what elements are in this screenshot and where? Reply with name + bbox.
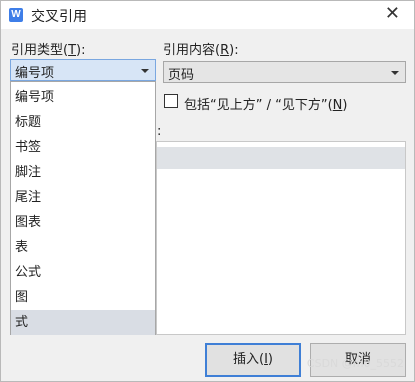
list-item[interactable] xyxy=(157,147,405,169)
ref-type-option[interactable]: 脚注 xyxy=(11,160,155,185)
close-icon[interactable]: ✕ xyxy=(385,3,400,24)
chevron-down-icon xyxy=(391,71,399,75)
ref-type-label: 引用类型(T): xyxy=(11,43,86,58)
ref-content-label: 引用内容(R): xyxy=(163,43,239,58)
insert-button[interactable]: 插入(I) xyxy=(205,343,301,377)
ref-content-select[interactable]: 页码 xyxy=(163,61,406,83)
ref-type-option[interactable]: 书签 xyxy=(11,135,155,160)
reference-list[interactable] xyxy=(156,141,406,335)
ref-type-option[interactable]: 表 xyxy=(11,235,155,260)
ref-content-selected-value: 页码 xyxy=(168,68,195,83)
ref-type-option[interactable]: 公式 xyxy=(11,260,155,285)
ref-type-option[interactable]: 标题 xyxy=(11,110,155,135)
include-above-below-checkbox[interactable] xyxy=(164,94,178,108)
ref-type-option-highlighted[interactable]: 式 xyxy=(11,310,155,335)
cross-reference-dialog: W 交叉引用 ✕ 引用类型(T): 引用内容(R): 编号项 页码 包括“见上方… xyxy=(0,0,415,382)
ref-type-option[interactable]: 图 xyxy=(11,285,155,310)
ref-type-select[interactable]: 编号项 xyxy=(10,59,156,81)
ref-type-option[interactable]: 编号项 xyxy=(11,85,155,110)
ref-type-option[interactable]: 尾注 xyxy=(11,185,155,210)
dialog-title: 交叉引用 xyxy=(31,9,87,25)
watermark: CSDN @m0_5552 xyxy=(306,357,404,370)
ref-type-dropdown-list: 编号项 标题 书签 脚注 尾注 图表 表 公式 图 式 xyxy=(10,81,156,335)
ref-type-selected-value: 编号项 xyxy=(15,66,55,81)
include-above-below-label: 包括“见上方” / “见下方”(N) xyxy=(184,98,348,113)
list-label: : xyxy=(157,124,162,139)
ref-type-option[interactable]: 图表 xyxy=(11,210,155,235)
wps-writer-icon: W xyxy=(9,8,23,22)
title-bar: W 交叉引用 ✕ xyxy=(1,1,414,29)
chevron-down-icon xyxy=(141,69,149,73)
